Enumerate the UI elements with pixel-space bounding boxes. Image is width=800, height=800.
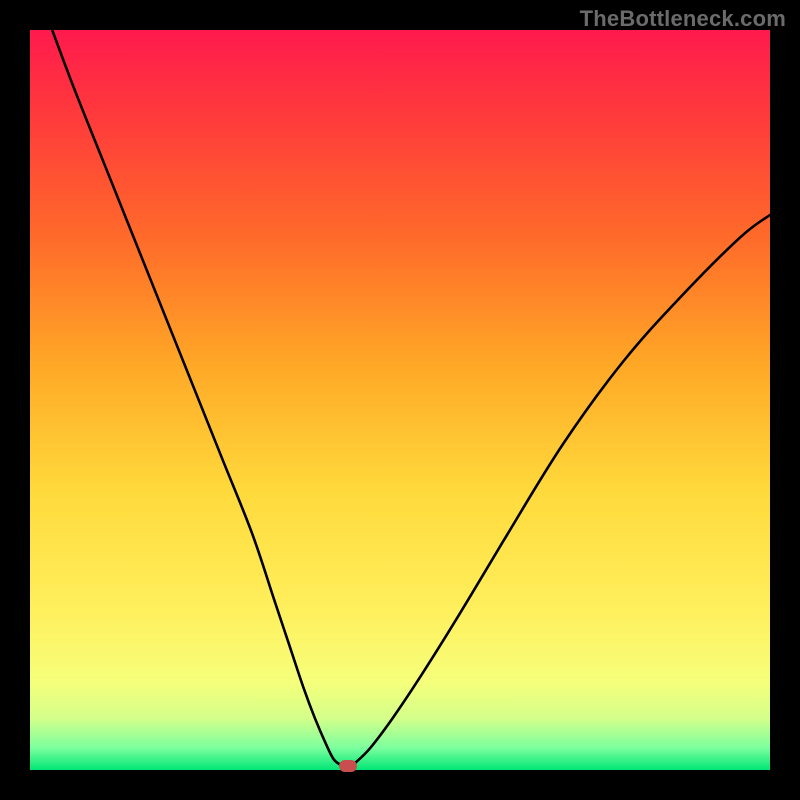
chart-frame: TheBottleneck.com bbox=[0, 0, 800, 800]
plot-area bbox=[30, 30, 770, 770]
curve-right-branch bbox=[356, 215, 770, 763]
minimum-marker bbox=[339, 760, 357, 772]
watermark-text: TheBottleneck.com bbox=[580, 6, 786, 32]
curve-left-branch bbox=[52, 30, 339, 764]
bottleneck-curve bbox=[30, 30, 770, 770]
